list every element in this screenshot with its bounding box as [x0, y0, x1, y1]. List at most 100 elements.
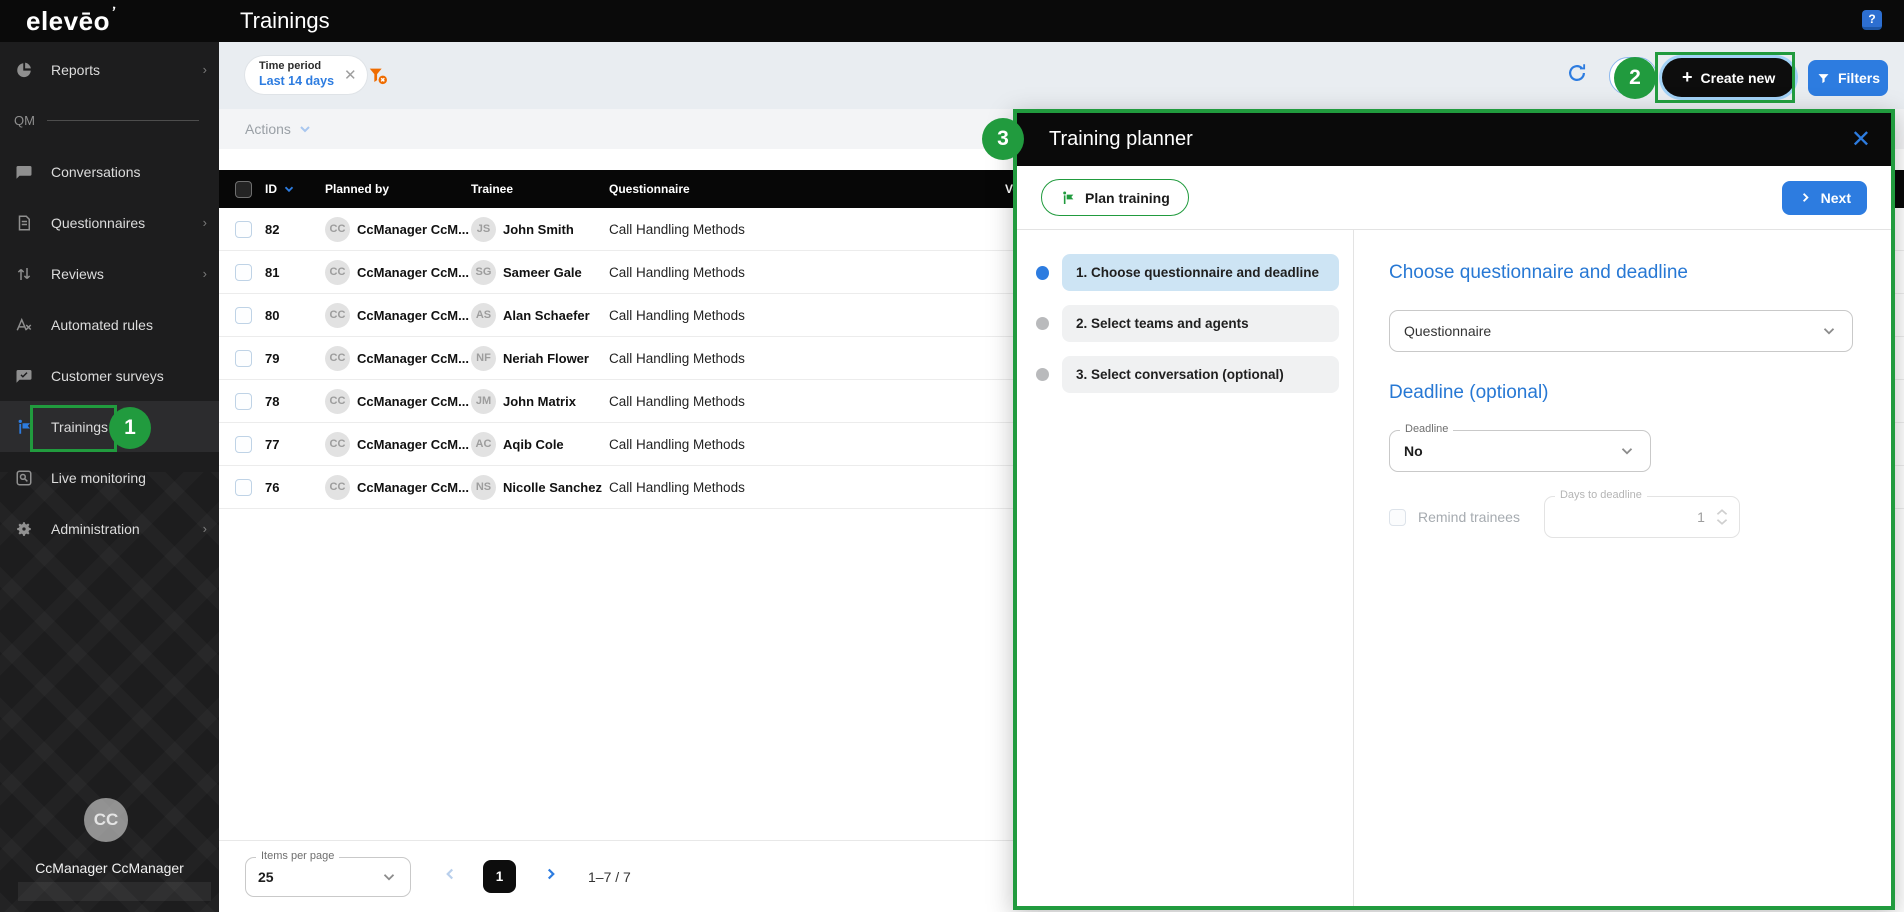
next-page-icon[interactable] [542, 865, 560, 888]
sidebar-item-label: Trainings [51, 419, 207, 435]
column-header-planned-by[interactable]: Planned by [325, 182, 471, 196]
step-label[interactable]: 1. Choose questionnaire and deadline [1062, 254, 1339, 291]
sidebar-item-reviews[interactable]: Reviews › [0, 248, 219, 299]
wizard-steps: 1. Choose questionnaire and deadline 2. … [1017, 230, 1354, 906]
chevron-down-icon [297, 121, 313, 137]
row-checkbox[interactable] [235, 307, 252, 324]
column-header-questionnaire[interactable]: Questionnaire [609, 182, 1005, 196]
section-label: QM [14, 113, 35, 128]
current-page-button[interactable]: 1 [483, 860, 516, 893]
sidebar-item-live-monitoring[interactable]: Live monitoring [0, 452, 219, 503]
filters-label: Filters [1838, 70, 1880, 86]
gear-icon [14, 519, 34, 539]
row-checkbox[interactable] [235, 479, 252, 496]
partially-hidden-button[interactable] [1609, 57, 1657, 95]
row-checkbox[interactable] [235, 264, 252, 281]
trainee-cell: NF Neriah Flower [471, 346, 609, 371]
chevron-down-icon [1820, 322, 1838, 340]
planned-by-cell: CC CcManager CcM... [325, 346, 471, 371]
user-name: CcManager CcManager [0, 860, 219, 876]
row-checkbox[interactable] [235, 350, 252, 367]
step-content: Choose questionnaire and deadline Questi… [1354, 230, 1891, 906]
automation-icon [14, 315, 34, 335]
pie-chart-icon [14, 60, 34, 80]
planned-by-cell: CC CcManager CcM... [325, 432, 471, 457]
sidebar-item-conversations[interactable]: Conversations [0, 146, 219, 197]
logo-mark: ʼ [109, 3, 117, 21]
days-to-deadline-input[interactable]: Days to deadline 1 [1544, 496, 1740, 538]
planner-header: Training planner ✕ [1017, 113, 1891, 166]
close-icon[interactable]: ✕ [1851, 128, 1871, 152]
previous-page-icon[interactable] [441, 865, 459, 888]
filters-button[interactable]: Filters [1808, 60, 1888, 96]
stepper-up-icon [1715, 508, 1729, 516]
trainee-cell: SG Sameer Gale [471, 260, 609, 285]
days-to-deadline-label: Days to deadline [1555, 489, 1647, 501]
planned-by-cell: CC CcManager CcM... [325, 260, 471, 285]
sidebar-item-label: Questionnaires [51, 215, 203, 231]
wizard-step[interactable]: 1. Choose questionnaire and deadline [1036, 254, 1339, 291]
sidebar-item-label: Customer surveys [51, 368, 207, 384]
planned-by-cell: CC CcManager CcM... [325, 475, 471, 500]
planner-body: 1. Choose questionnaire and deadline 2. … [1017, 230, 1891, 906]
refresh-icon[interactable] [1566, 62, 1590, 86]
planned-by-name: CcManager CcM... [357, 265, 469, 280]
trainee-name: Nicolle Sanchez [503, 480, 602, 495]
planned-by-cell: CC CcManager CcM... [325, 303, 471, 328]
deadline-select[interactable]: Deadline No [1389, 430, 1651, 472]
sidebar-item-label: Reviews [51, 266, 203, 282]
plan-training-button[interactable]: Plan training [1041, 179, 1189, 216]
column-header-trainee[interactable]: Trainee [471, 182, 609, 196]
avatar: CC [325, 260, 350, 285]
deadline-heading: Deadline (optional) [1389, 382, 1853, 404]
step-label[interactable]: 3. Select conversation (optional) [1062, 356, 1339, 393]
page-title: Trainings [240, 8, 330, 34]
actions-dropdown[interactable]: Actions [245, 121, 313, 137]
trainee-cell: JS John Smith [471, 217, 609, 242]
questionnaire-select[interactable]: Questionnaire [1389, 310, 1853, 352]
avatar: JM [471, 389, 496, 414]
step-label[interactable]: 2. Select teams and agents [1062, 305, 1339, 342]
sidebar-item-questionnaires[interactable]: Questionnaires › [0, 197, 219, 248]
sidebar-item-reports[interactable]: Reports › [0, 44, 219, 95]
questionnaire-cell: Call Handling Methods [609, 351, 1005, 366]
time-period-chip[interactable]: Time period Last 14 days ✕ [245, 56, 367, 94]
planner-title: Training planner [1049, 128, 1851, 151]
clear-filters-icon[interactable] [367, 65, 389, 87]
remind-trainees-label: Remind trainees [1418, 509, 1520, 525]
wizard-step[interactable]: 2. Select teams and agents [1036, 305, 1339, 342]
user-block[interactable]: CC CcManager CcManager [0, 802, 219, 912]
sidebar-item-trainings[interactable]: Trainings [0, 401, 219, 452]
select-all-checkbox[interactable] [235, 181, 252, 198]
trainee-cell: AS Alan Schaefer [471, 303, 609, 328]
chip-value: Last 14 days [259, 74, 334, 90]
help-icon[interactable]: ? [1862, 10, 1882, 30]
row-checkbox[interactable] [235, 436, 252, 453]
items-per-page-select[interactable]: Items per page 25 [245, 857, 411, 897]
questionnaire-cell: Call Handling Methods [609, 437, 1005, 452]
chip-label: Time period [259, 60, 334, 74]
chevron-down-icon [1618, 442, 1636, 460]
remind-trainees-checkbox[interactable] [1389, 509, 1406, 526]
sidebar-item-label: Conversations [51, 164, 207, 180]
sidebar-item-customer-surveys[interactable]: Customer surveys [0, 350, 219, 401]
number-stepper[interactable] [1715, 508, 1729, 526]
create-new-button[interactable]: + Create new [1662, 58, 1795, 97]
page-range: 1–7 / 7 [588, 869, 631, 885]
row-checkbox[interactable] [235, 221, 252, 238]
avatar: CC [325, 389, 350, 414]
top-bar: elevēo ʼ Trainings ? [0, 0, 1904, 42]
remind-row: Remind trainees Days to deadline 1 [1389, 496, 1853, 538]
chevron-right-icon: › [203, 62, 207, 77]
close-icon[interactable]: ✕ [344, 66, 357, 84]
trainee-name: Sameer Gale [503, 265, 582, 280]
chevron-right-icon [1798, 190, 1813, 205]
sidebar-item-automated-rules[interactable]: Automated rules [0, 299, 219, 350]
column-header-id[interactable]: ID [265, 182, 325, 196]
next-button[interactable]: Next [1782, 181, 1867, 215]
wizard-step[interactable]: 3. Select conversation (optional) [1036, 356, 1339, 393]
sidebar-item-administration[interactable]: Administration › [0, 503, 219, 554]
row-checkbox[interactable] [235, 393, 252, 410]
items-per-page-value: 25 [258, 869, 380, 885]
app-screen: elevēo ʼ Trainings ? Reports › QM [0, 0, 1904, 912]
